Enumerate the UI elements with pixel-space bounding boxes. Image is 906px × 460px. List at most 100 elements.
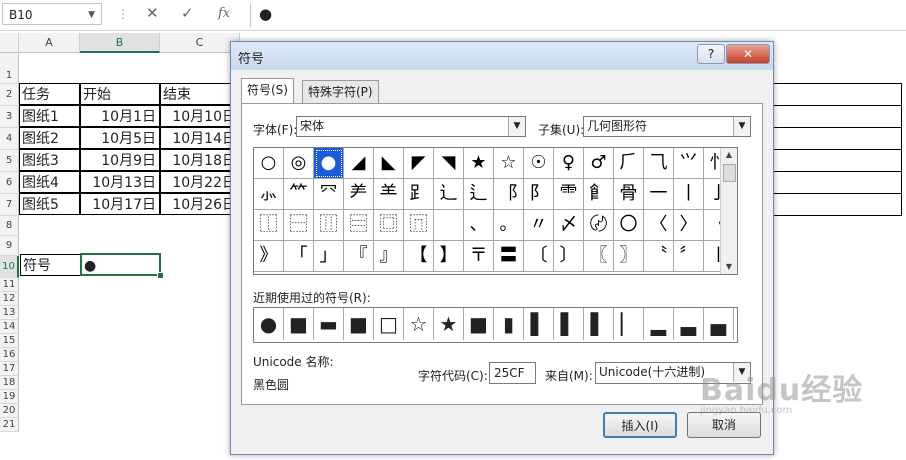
table-cell[interactable]: 10月10日: [160, 105, 240, 127]
symbol-cell[interactable]: ⼀: [644, 179, 674, 210]
symbol-cell[interactable]: 〉: [674, 210, 704, 241]
recent-symbol-cell[interactable]: ★: [434, 308, 464, 340]
row-header-18[interactable]: 18: [0, 376, 19, 390]
active-cell-b10[interactable]: ●: [80, 253, 161, 276]
symbol-cell[interactable]: ♀: [554, 148, 584, 179]
symbol-cell[interactable]: ⻞: [584, 179, 614, 210]
row-header-11[interactable]: 11: [0, 278, 19, 292]
symbol-cell[interactable]: 〝: [644, 241, 674, 272]
row-header-2[interactable]: 2: [0, 84, 19, 106]
symbol-cell[interactable]: ⺗: [254, 179, 284, 210]
label-cell[interactable]: 符号: [20, 254, 81, 276]
symbol-cell[interactable]: ⿵: [404, 210, 434, 241]
symbol-cell[interactable]: 、: [464, 210, 494, 241]
insert-button[interactable]: 插入(I): [603, 412, 677, 438]
chevron-down-icon[interactable]: ▼: [88, 4, 95, 26]
symbol-cell[interactable]: ○: [254, 148, 284, 179]
row-header-14[interactable]: 14: [0, 320, 19, 334]
table-cell[interactable]: 10月14日: [160, 127, 240, 149]
select-all-corner[interactable]: [0, 33, 19, 53]
recent-symbol-cell[interactable]: ●: [254, 308, 284, 340]
recent-symbol-cell[interactable]: ▄: [704, 308, 734, 340]
symbol-cell[interactable]: ⺍: [674, 148, 704, 179]
symbol-cell[interactable]: ⿱: [284, 210, 314, 241]
symbol-cell[interactable]: ◤: [404, 148, 434, 179]
recent-symbol-cell[interactable]: □: [374, 308, 404, 340]
table-cell[interactable]: 10月17日: [80, 193, 160, 215]
symbol-cell[interactable]: 〒: [464, 241, 494, 272]
subset-select[interactable]: 几何图形符 ▼: [583, 116, 751, 137]
symbol-cell[interactable]: ★: [464, 148, 494, 179]
symbol-cell[interactable]: ⻗: [554, 179, 584, 210]
formula-input[interactable]: ●: [250, 3, 905, 27]
recent-symbol-cell[interactable]: ■: [464, 308, 494, 340]
cancel-entry-icon[interactable]: ✕: [146, 4, 159, 22]
table-cell[interactable]: 10月22日: [160, 171, 240, 193]
symbol-cell[interactable]: ⻣: [614, 179, 644, 210]
tab-symbols[interactable]: 符号(S): [241, 78, 294, 103]
symbol-cell[interactable]: ◣: [374, 148, 404, 179]
symbol-cell[interactable]: ⺳: [314, 179, 344, 210]
symbol-cell[interactable]: [434, 210, 464, 241]
recent-symbol-cell[interactable]: ▂: [644, 308, 674, 340]
row-header-10[interactable]: 10: [0, 256, 19, 278]
symbol-cell[interactable]: ⻍: [464, 179, 494, 210]
row-header-19[interactable]: 19: [0, 390, 19, 404]
symbol-cell[interactable]: ⿳: [344, 210, 374, 241]
row-header-6[interactable]: 6: [0, 172, 19, 194]
symbol-cell[interactable]: ⺁: [614, 148, 644, 179]
scroll-up-icon[interactable]: ▲: [721, 148, 737, 162]
symbol-cell[interactable]: ⻊: [404, 179, 434, 210]
symbol-cell[interactable]: ⻖: [524, 179, 554, 210]
symbol-cell[interactable]: 『: [344, 241, 374, 272]
row-header-13[interactable]: 13: [0, 306, 19, 320]
symbol-cell[interactable]: 〓: [494, 241, 524, 272]
row-header-16[interactable]: 16: [0, 348, 19, 362]
symbol-cell[interactable]: ☆: [494, 148, 524, 179]
symbol-cell[interactable]: ⻌: [434, 179, 464, 210]
row-header-1[interactable]: 1: [0, 53, 19, 84]
table-cell[interactable]: 图纸3: [19, 149, 80, 171]
symbol-cell[interactable]: 」: [314, 241, 344, 272]
formula-bar-separator[interactable]: ⋮: [117, 7, 129, 21]
font-select[interactable]: 宋体 ▼: [296, 116, 526, 137]
recent-symbol-cell[interactable]: ▬: [314, 308, 344, 340]
close-button[interactable]: ✕: [726, 44, 770, 64]
symbol-cell[interactable]: ⺷: [374, 179, 404, 210]
column-header-b[interactable]: B: [80, 33, 160, 53]
table-cell[interactable]: 图纸4: [19, 171, 80, 193]
table-header-cell[interactable]: 开始: [80, 83, 160, 105]
symbol-cell[interactable]: 【: [404, 241, 434, 272]
row-header-9[interactable]: 9: [0, 236, 19, 256]
symbol-cell[interactable]: ⺮: [284, 179, 314, 210]
table-cell[interactable]: 图纸1: [19, 105, 80, 127]
symbol-cell[interactable]: ◎: [284, 148, 314, 179]
symbol-cell[interactable]: 】: [434, 241, 464, 272]
row-header-15[interactable]: 15: [0, 334, 19, 348]
recent-symbol-cell[interactable]: ▌: [584, 308, 614, 340]
symbol-cell[interactable]: 〇: [614, 210, 644, 241]
symbol-cell[interactable]: 〔: [524, 241, 554, 272]
symbol-cell[interactable]: 〆: [554, 210, 584, 241]
recent-symbol-cell[interactable]: ▌: [554, 308, 584, 340]
symbol-cell[interactable]: 〄: [584, 210, 614, 241]
symbol-cell[interactable]: ⺶: [344, 179, 374, 210]
recent-symbol-cell[interactable]: ▮: [494, 308, 524, 340]
recent-symbol-cell[interactable]: ▌: [524, 308, 554, 340]
symbol-grid-scrollbar[interactable]: ▲ ▼: [720, 148, 737, 274]
column-header-a[interactable]: A: [19, 33, 80, 53]
symbol-cell[interactable]: ⿴: [374, 210, 404, 241]
table-header-cell[interactable]: 任务: [19, 83, 80, 105]
row-header-21[interactable]: 21: [0, 418, 19, 432]
column-header-c[interactable]: C: [160, 33, 240, 53]
name-box[interactable]: B10 ▼: [2, 3, 102, 25]
table-cell[interactable]: 10月18日: [160, 149, 240, 171]
recent-symbol-cell[interactable]: ■: [284, 308, 314, 340]
tab-special-characters[interactable]: 特殊字符(P): [302, 80, 379, 103]
recent-symbol-cell[interactable]: ☆: [404, 308, 434, 340]
chevron-down-icon[interactable]: ▼: [508, 117, 525, 136]
table-cell[interactable]: 图纸2: [19, 127, 80, 149]
table-cell[interactable]: 图纸5: [19, 193, 80, 215]
symbol-cell[interactable]: 〞: [674, 241, 704, 272]
symbol-cell[interactable]: ◥: [434, 148, 464, 179]
